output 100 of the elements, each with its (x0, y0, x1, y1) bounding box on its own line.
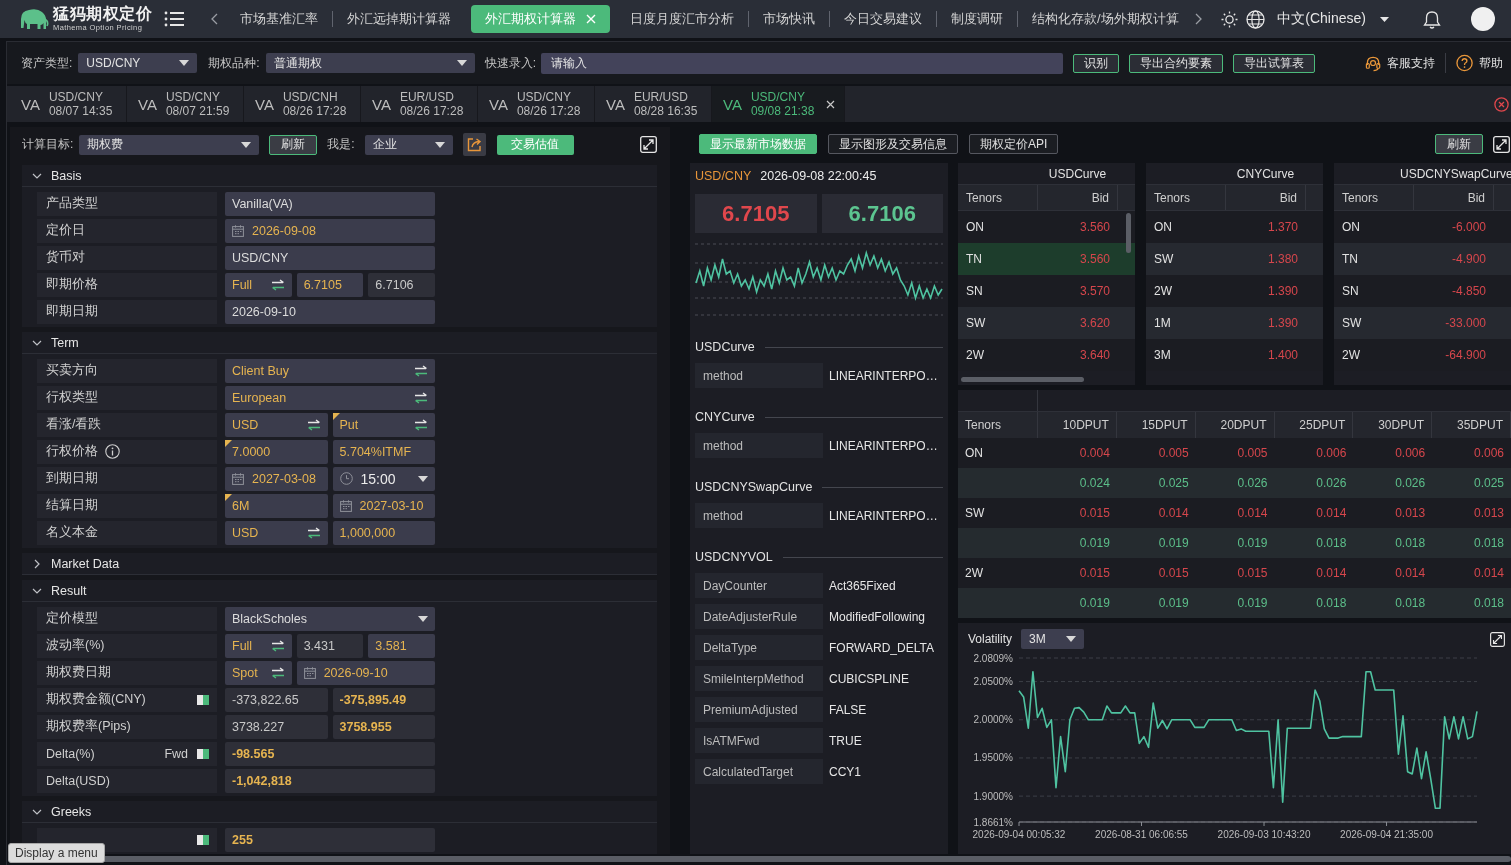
toolbar-button[interactable]: 导出合约要素 (1128, 53, 1223, 73)
input-field[interactable]: -373,822.65 (225, 687, 328, 712)
mode-field[interactable]: Full (225, 633, 292, 658)
help-link[interactable]: 帮助 (1479, 54, 1503, 72)
input-field[interactable]: 255 (225, 827, 435, 852)
swap-icon[interactable] (270, 278, 285, 291)
date-field[interactable]: 2026-09-08 (225, 218, 435, 243)
view-button[interactable]: 期权定价API (969, 134, 1059, 154)
nav-tab[interactable]: 市场基准汇率 (226, 5, 332, 33)
input-field[interactable]: -1,042,818 (225, 768, 435, 793)
avatar[interactable] (1471, 7, 1495, 31)
mode-field[interactable]: Spot (225, 660, 292, 685)
expand-icon[interactable] (640, 136, 657, 153)
swap-icon[interactable] (414, 391, 428, 404)
export-button[interactable] (462, 133, 486, 156)
scrollbar-thumb[interactable] (961, 377, 1084, 382)
menu-icon[interactable] (164, 11, 184, 27)
swap-icon[interactable] (306, 526, 321, 539)
toggle-field[interactable]: European (225, 385, 435, 410)
table-row[interactable]: SW 1.380 (1146, 243, 1323, 275)
support-link[interactable]: 客服支持 (1386, 54, 1435, 72)
circle-close-icon[interactable] (1494, 96, 1509, 112)
toggle-field[interactable]: USD (225, 520, 328, 545)
select-field[interactable]: 期权费 (79, 134, 260, 155)
info-icon[interactable] (105, 444, 120, 459)
table-row[interactable]: 0.019 0.019 0.019 0.018 0.018 0.018 (958, 588, 1511, 618)
date-field[interactable]: 2027-03-10 (332, 493, 435, 518)
select-field[interactable]: 普通期权 (265, 53, 475, 73)
table-row[interactable]: TN 3.560 (958, 243, 1135, 275)
input-field[interactable]: 2026-09-10 (225, 299, 435, 324)
input-field[interactable]: 3758.955 (332, 714, 435, 739)
table-row[interactable]: SW -33.000 (1334, 307, 1511, 339)
input-field[interactable]: 1,000,000 (332, 520, 435, 545)
swap-icon[interactable] (414, 418, 428, 431)
nav-tab[interactable]: 今日交易建议 (830, 5, 936, 33)
toggle-icon[interactable] (197, 748, 209, 759)
toggle-icon[interactable] (197, 694, 209, 705)
input-field[interactable]: 6M (225, 493, 328, 518)
mode-field[interactable]: Full (225, 272, 292, 297)
input-field[interactable]: 3.431 (296, 633, 364, 658)
select-field[interactable]: 企业 (364, 134, 453, 155)
globe-icon[interactable] (1246, 9, 1266, 29)
input-field[interactable]: -98.565 (225, 741, 435, 766)
input-field[interactable]: 6.7106 (368, 272, 435, 297)
table-row[interactable]: 0.024 0.025 0.026 0.026 0.026 0.025 (958, 468, 1511, 498)
nav-tab[interactable]: 市场快讯 (749, 5, 829, 33)
swap-icon[interactable] (270, 666, 285, 679)
select-field[interactable]: BlackScholes (225, 606, 435, 631)
expand-icon[interactable] (1493, 135, 1510, 153)
chevron-left-icon[interactable] (211, 13, 218, 25)
section-header[interactable]: Basis (22, 165, 657, 187)
table-cell-text: 0.015 (1078, 505, 1111, 522)
section-header[interactable]: Market Data (22, 553, 657, 575)
refresh-button[interactable]: 刷新 (1435, 134, 1483, 154)
section-header[interactable]: Greeks (22, 801, 657, 823)
input-field[interactable]: Vanilla(VA) (225, 191, 435, 216)
swap-icon[interactable] (270, 639, 285, 652)
input-field[interactable]: 5.704%ITMF (332, 439, 435, 464)
swap-icon[interactable] (306, 418, 321, 431)
chevron-right-icon[interactable] (1194, 13, 1202, 25)
toggle-field[interactable]: Put (332, 412, 435, 437)
date-field[interactable]: 2027-03-08 (225, 466, 328, 491)
table-row[interactable]: 1M 1.390 (1146, 307, 1323, 339)
nav-tab[interactable]: 日度月度汇市分析 (616, 5, 748, 33)
input-field[interactable]: USD/CNY (225, 245, 435, 270)
bell-icon[interactable] (1423, 9, 1441, 29)
toggle-field[interactable]: Client Buy (225, 358, 435, 383)
language-select[interactable]: 中文(Chinese) (1277, 10, 1389, 28)
swap-icon[interactable] (414, 364, 428, 377)
input-field[interactable]: 6.7105 (296, 272, 364, 297)
sun-icon[interactable] (1221, 10, 1239, 28)
help-icon[interactable] (1455, 54, 1473, 72)
input-field[interactable]: 7.0000 (225, 439, 328, 464)
nav-tab[interactable]: 制度调研 (937, 5, 1017, 33)
nav-tab[interactable]: 结构化存款/场外期权计算 (1018, 5, 1193, 33)
expand-icon[interactable] (1490, 631, 1505, 647)
close-icon[interactable] (826, 99, 836, 109)
toolbar-button[interactable]: 导出试算表 (1232, 53, 1315, 73)
toggle-icon[interactable] (197, 834, 209, 845)
table-row[interactable]: TN -4.900 (1334, 243, 1511, 275)
quick-entry-field[interactable]: 请输入 (541, 52, 1063, 74)
headset-icon[interactable] (1364, 54, 1381, 72)
input-field[interactable]: 3.581 (368, 633, 435, 658)
refresh-button[interactable]: 刷新 (269, 134, 318, 155)
select-field[interactable]: USD/CNY (78, 53, 198, 73)
select-field[interactable]: 3M (1021, 629, 1085, 649)
input-field[interactable]: 3738.227 (225, 714, 328, 739)
input-field[interactable]: -375,895.49 (332, 687, 435, 712)
table-row[interactable]: SW 3.620 (958, 307, 1135, 339)
section-header[interactable]: Result (22, 580, 657, 602)
view-button[interactable]: 显示图形及交易信息 (828, 134, 958, 154)
toolbar-button[interactable]: 识别 (1072, 53, 1119, 73)
time-field[interactable]: 15:00 (332, 466, 435, 491)
toggle-field[interactable]: USD (225, 412, 328, 437)
table-row[interactable]: 0.019 0.019 0.019 0.018 0.018 0.018 (958, 528, 1511, 558)
section-header[interactable]: Term (22, 332, 657, 354)
scrollbar-thumb[interactable] (1126, 213, 1131, 253)
table-cell-text: 1.370 (1266, 219, 1299, 236)
nav-tab[interactable]: 外汇远掉期计算器 (333, 5, 465, 33)
date-field[interactable]: 2026-09-10 (296, 660, 435, 685)
